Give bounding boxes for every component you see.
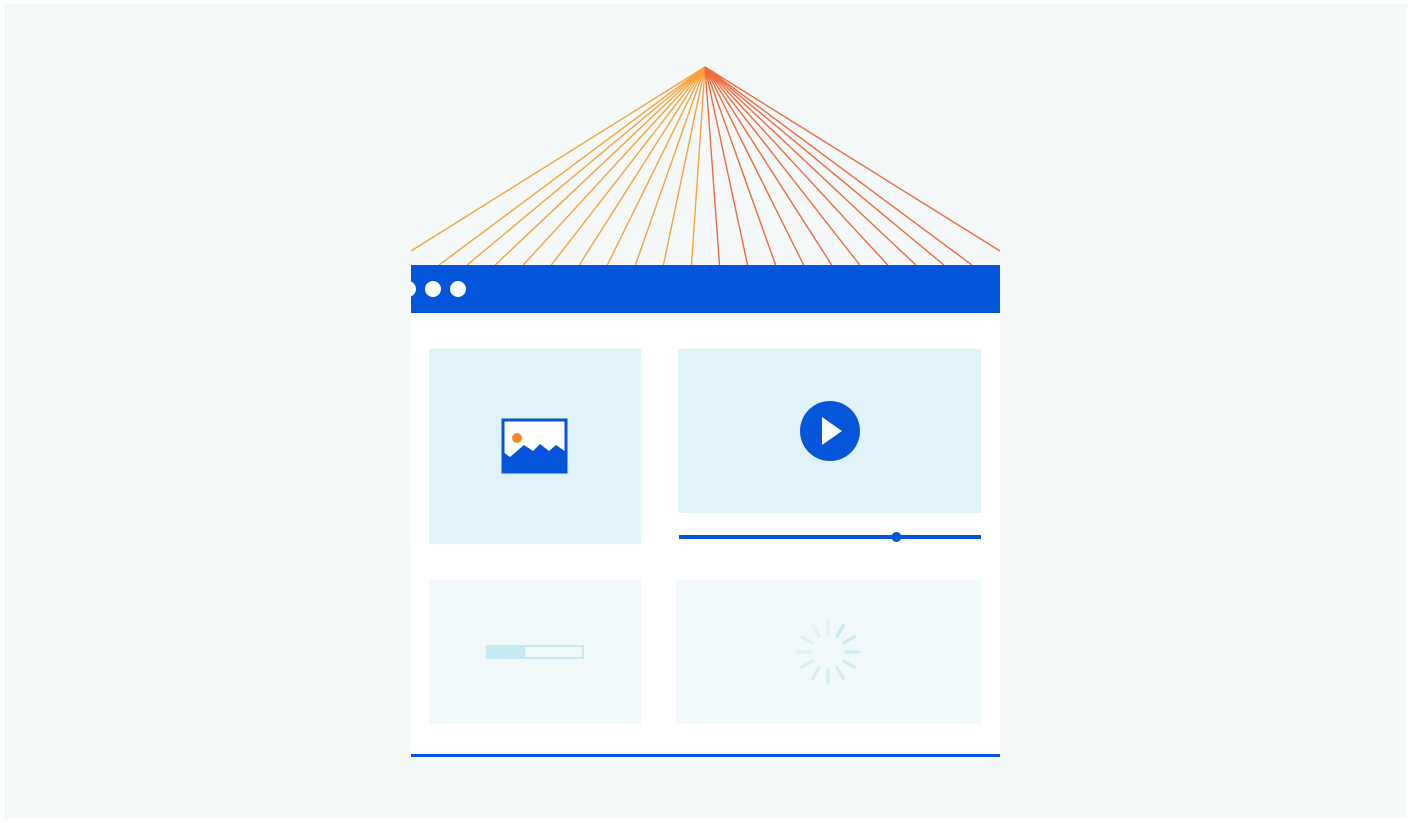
browser-title-bar (411, 265, 1000, 313)
image-icon-sun (512, 433, 522, 443)
loading-bar-panel (429, 580, 641, 724)
video-progress-track[interactable] (679, 535, 981, 539)
canvas (0, 0, 1413, 820)
spinner-panel (676, 580, 981, 724)
play-button[interactable] (800, 401, 860, 461)
page-background (4, 4, 1407, 818)
video-progress-handle[interactable] (891, 532, 902, 542)
illustration (4, 4, 1407, 818)
image-icon (501, 418, 568, 474)
window-control-dot[interactable] (425, 281, 441, 297)
window-control-dot[interactable] (450, 281, 466, 297)
browser-bottom-border (411, 754, 1000, 757)
image-panel (429, 349, 641, 544)
loading-bar-panel-background (429, 580, 641, 724)
loading-bar-fill (487, 646, 526, 658)
spinner-panel-background (676, 580, 981, 724)
